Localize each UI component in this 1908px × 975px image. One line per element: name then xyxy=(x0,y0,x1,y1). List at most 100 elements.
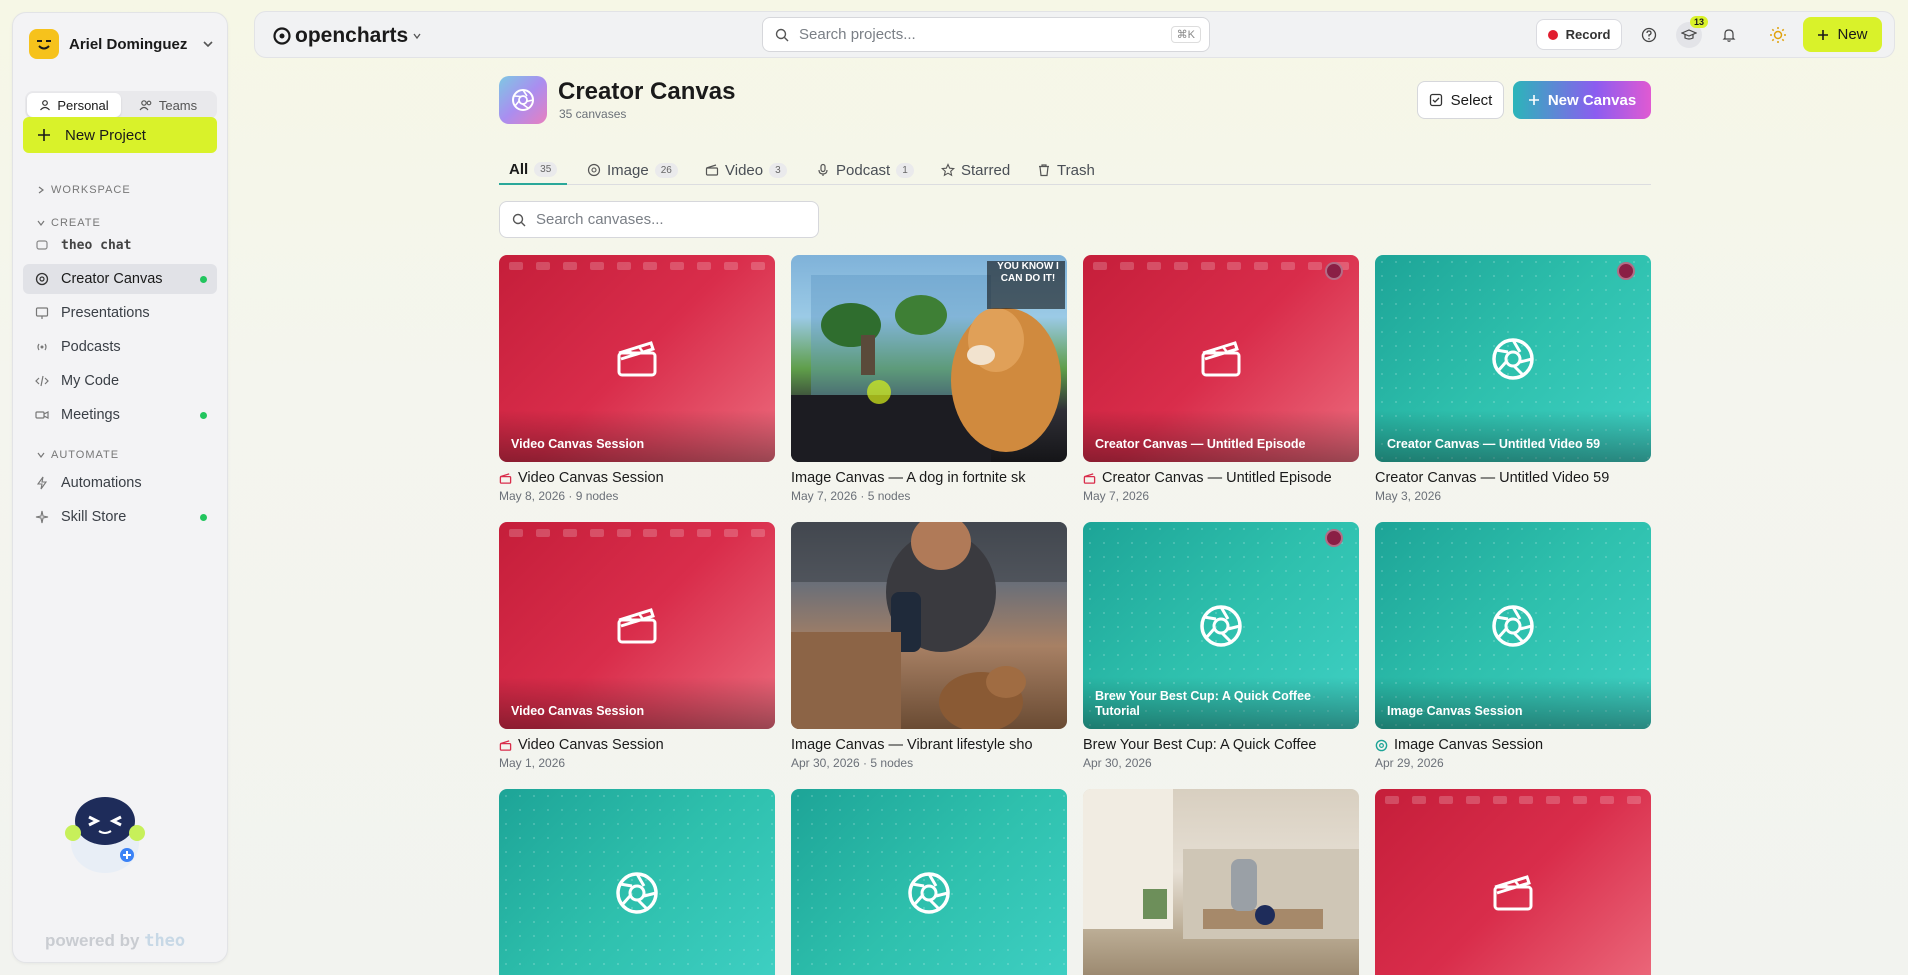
user-name: Ariel Dominguez xyxy=(69,35,188,53)
card-thumbnail[interactable]: Video Canvas Session xyxy=(499,255,775,462)
canvas-card[interactable]: Video Canvas Session Video Canvas Sessio… xyxy=(499,522,775,770)
search-projects-placeholder: Search projects... xyxy=(799,26,916,43)
new-button[interactable]: New xyxy=(1803,17,1882,52)
card-meta: Apr 29, 2026 xyxy=(1375,756,1444,770)
status-indicator xyxy=(1325,529,1343,547)
tab-count: 3 xyxy=(769,162,787,178)
search-canvases-input[interactable]: Search canvases... xyxy=(499,201,819,238)
sidebar-item-theo-chat[interactable]: theo chat xyxy=(23,230,217,260)
status-indicator xyxy=(1617,262,1635,280)
tab-video[interactable]: Video 3 xyxy=(705,156,787,184)
select-button[interactable]: Select xyxy=(1417,81,1504,119)
status-dot xyxy=(200,513,207,521)
sidebar-item-skill-store[interactable]: Skill Store xyxy=(23,502,217,532)
card-title-row: Image Canvas — A dog in fortnite sk xyxy=(791,470,1067,486)
section-workspace-label: WORKSPACE xyxy=(51,184,131,196)
sidebar-item-label: theo chat xyxy=(61,237,132,253)
chevron-down-icon xyxy=(37,220,45,226)
record-button[interactable]: Record xyxy=(1536,19,1622,50)
card-caption: Video Canvas Session xyxy=(499,410,775,462)
tab-label: Trash xyxy=(1057,161,1095,179)
tab-trash[interactable]: Trash xyxy=(1037,156,1095,184)
sidebar-item-presentations[interactable]: Presentations xyxy=(23,298,217,328)
canvas-card[interactable]: Image Canvas Session Image Canvas Sessio… xyxy=(1375,522,1651,770)
app-logo-text: opencharts xyxy=(295,24,409,47)
learn-button[interactable]: 13 xyxy=(1676,16,1708,48)
notifications-button[interactable] xyxy=(1716,22,1742,48)
card-caption: Creator Canvas — Untitled Episode xyxy=(1083,410,1359,462)
mode-switch: Personal Teams xyxy=(25,91,217,119)
section-automate-label: AUTOMATE xyxy=(51,449,120,461)
tab-teams[interactable]: Teams xyxy=(121,93,215,117)
living-room-photo-image xyxy=(1083,789,1359,939)
tab-all[interactable]: All 35 xyxy=(499,156,568,185)
section-create[interactable]: CREATE xyxy=(37,217,101,229)
aperture-icon xyxy=(616,871,658,914)
search-icon xyxy=(512,213,526,226)
tab-personal[interactable]: Personal xyxy=(27,93,121,117)
sidebar-item-my-code[interactable]: My Code xyxy=(23,366,217,396)
app-logo[interactable]: opencharts xyxy=(273,24,422,48)
card-thumbnail[interactable] xyxy=(499,789,775,975)
user-switcher[interactable]: Ariel Dominguez xyxy=(29,29,215,59)
canvas-card[interactable] xyxy=(1375,789,1651,975)
canvas-card[interactable]: YOU KNOW I CAN DO IT! Image Canvas — A d… xyxy=(791,255,1067,503)
section-create-label: CREATE xyxy=(51,217,101,229)
tab-label: Image xyxy=(607,161,649,179)
canvas-card[interactable] xyxy=(1083,789,1359,975)
tab-podcast[interactable]: Podcast 1 xyxy=(816,156,914,184)
lifestyle-photo-image xyxy=(791,522,1067,729)
sun-icon xyxy=(1770,27,1786,43)
aperture-icon xyxy=(1492,604,1534,647)
video-camera-icon xyxy=(35,411,49,419)
canvas-card[interactable] xyxy=(791,789,1067,975)
canvas-card[interactable]: Brew Your Best Cup: A Quick Coffee Tutor… xyxy=(1083,522,1359,770)
canvas-card[interactable]: Video Canvas Session Video Canvas Sessio… xyxy=(499,255,775,503)
card-thumbnail[interactable]: Creator Canvas — Untitled Video 59 xyxy=(1375,255,1651,462)
canvas-card[interactable]: Creator Canvas — Untitled Episode Creato… xyxy=(1083,255,1359,503)
sidebar-item-label: Presentations xyxy=(61,305,150,321)
sidebar-item-meetings[interactable]: Meetings xyxy=(23,400,217,430)
canvas-card[interactable]: Creator Canvas — Untitled Video 59 Creat… xyxy=(1375,255,1651,503)
dog-gaming-image xyxy=(791,261,1065,462)
theo-mascot[interactable] xyxy=(53,781,157,877)
search-projects-input[interactable]: Search projects... ⌘K xyxy=(762,17,1210,52)
card-thumbnail[interactable] xyxy=(791,522,1067,729)
sidebar-item-automations[interactable]: Automations xyxy=(23,468,217,498)
card-title-row: Creator Canvas — Untitled Video 59 xyxy=(1375,470,1651,486)
card-thumbnail[interactable] xyxy=(791,789,1067,975)
new-project-label: New Project xyxy=(65,126,146,144)
card-thumbnail[interactable]: Creator Canvas — Untitled Episode xyxy=(1083,255,1359,462)
smiley-icon xyxy=(37,40,51,50)
record-label: Record xyxy=(1565,27,1611,42)
card-thumbnail[interactable] xyxy=(1375,789,1651,975)
graduation-cap-icon xyxy=(1681,29,1697,40)
tab-image[interactable]: Image 26 xyxy=(587,156,678,184)
new-project-button[interactable]: New Project xyxy=(23,117,217,153)
help-button[interactable] xyxy=(1636,22,1662,48)
aperture-icon xyxy=(908,871,950,914)
status-indicator xyxy=(1325,262,1343,280)
help-circle-icon xyxy=(1641,27,1657,43)
card-thumbnail[interactable]: Brew Your Best Cup: A Quick Coffee Tutor… xyxy=(1083,522,1359,729)
tab-label: Starred xyxy=(961,161,1011,179)
card-thumbnail[interactable] xyxy=(1083,789,1359,975)
section-automate[interactable]: AUTOMATE xyxy=(37,449,119,461)
section-workspace[interactable]: WORKSPACE xyxy=(37,184,131,196)
tab-label: All xyxy=(509,161,529,178)
sidebar-item-creator-canvas[interactable]: Creator Canvas xyxy=(23,264,217,294)
theme-toggle[interactable] xyxy=(1765,22,1791,48)
user-avatar xyxy=(29,29,59,59)
sidebar-item-podcasts[interactable]: Podcasts xyxy=(23,332,217,362)
clapperboard-icon xyxy=(1201,340,1241,376)
sidebar: Ariel Dominguez Personal Teams New Proje… xyxy=(12,12,228,963)
card-thumbnail[interactable]: Video Canvas Session xyxy=(499,522,775,729)
tab-starred[interactable]: Starred xyxy=(941,156,1010,184)
new-canvas-button[interactable]: New Canvas xyxy=(1513,81,1651,119)
powered-by-footer: powered by theo xyxy=(45,931,185,951)
image-overlay-text: YOU KNOW I CAN DO IT! xyxy=(997,261,1059,284)
canvas-card[interactable]: Image Canvas — Vibrant lifestyle sho Apr… xyxy=(791,522,1067,770)
card-thumbnail[interactable]: Image Canvas Session xyxy=(1375,522,1651,729)
card-thumbnail[interactable]: YOU KNOW I CAN DO IT! xyxy=(791,255,1067,462)
canvas-card[interactable] xyxy=(499,789,775,975)
